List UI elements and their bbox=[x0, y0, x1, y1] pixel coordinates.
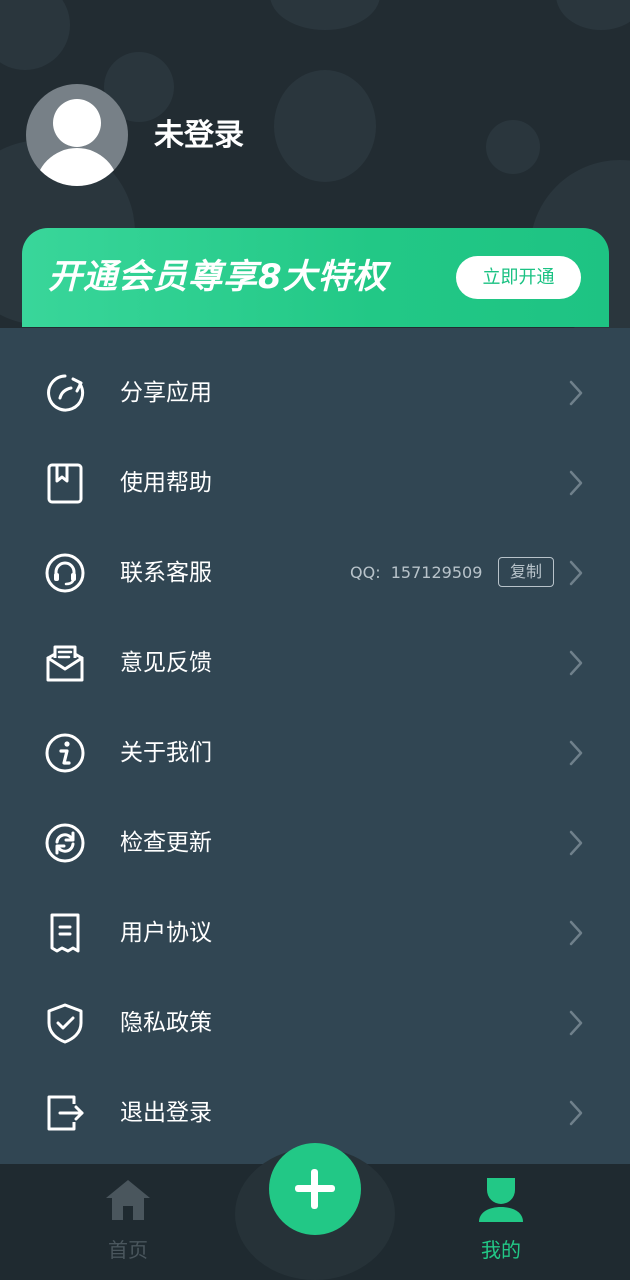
menu-item-label: 隐私政策 bbox=[120, 1010, 212, 1036]
username-login-status[interactable]: 未登录 bbox=[154, 114, 244, 158]
menu-item-label: 关于我们 bbox=[120, 740, 212, 766]
chevron-right-icon bbox=[566, 1099, 586, 1127]
settings-menu: 分享应用 使用帮助 联系客服 QQ: 157129509 复制 意见反馈 关于我… bbox=[0, 328, 630, 1168]
menu-item-help[interactable]: 使用帮助 bbox=[0, 438, 630, 528]
tab-mine[interactable]: 我的 bbox=[441, 1164, 561, 1280]
vip-banner[interactable]: 开通会员尊享8大特权 立即开通 bbox=[22, 228, 609, 327]
avatar[interactable] bbox=[26, 84, 128, 186]
chevron-right-icon bbox=[566, 1009, 586, 1037]
user-icon bbox=[477, 1176, 525, 1224]
qq-label: QQ: bbox=[350, 563, 381, 582]
avatar-body bbox=[35, 148, 119, 186]
decor-bubble bbox=[270, 0, 380, 30]
help-book-icon bbox=[44, 462, 86, 504]
chevron-right-icon bbox=[566, 469, 586, 497]
chevron-right-icon bbox=[566, 559, 586, 587]
menu-item-check-update[interactable]: 检查更新 bbox=[0, 798, 630, 888]
plus-icon-stroke bbox=[311, 1169, 318, 1209]
decor-bubble bbox=[0, 0, 70, 70]
vip-open-button[interactable]: 立即开通 bbox=[456, 256, 581, 299]
tab-home[interactable]: 首页 bbox=[68, 1164, 188, 1280]
chevron-right-icon bbox=[566, 829, 586, 857]
menu-item-contact-support[interactable]: 联系客服 QQ: 157129509 复制 bbox=[0, 528, 630, 618]
menu-item-feedback[interactable]: 意见反馈 bbox=[0, 618, 630, 708]
menu-item-about[interactable]: 关于我们 bbox=[0, 708, 630, 798]
avatar-head bbox=[53, 99, 101, 147]
refresh-icon bbox=[44, 822, 86, 864]
qq-info: QQ: 157129509 bbox=[350, 561, 482, 585]
document-icon bbox=[44, 912, 86, 954]
tab-mine-label: 我的 bbox=[481, 1238, 521, 1262]
menu-item-privacy-policy[interactable]: 隐私政策 bbox=[0, 978, 630, 1068]
menu-item-label: 分享应用 bbox=[120, 380, 212, 406]
decor-bubble bbox=[486, 120, 540, 174]
menu-item-label: 退出登录 bbox=[120, 1100, 212, 1126]
info-icon bbox=[44, 732, 86, 774]
logout-icon bbox=[44, 1092, 86, 1134]
add-button[interactable] bbox=[269, 1143, 361, 1235]
copy-qq-button[interactable]: 复制 bbox=[498, 557, 554, 587]
menu-item-label: 用户协议 bbox=[120, 920, 212, 946]
menu-item-share[interactable]: 分享应用 bbox=[0, 348, 630, 438]
menu-item-label: 使用帮助 bbox=[120, 470, 212, 496]
headset-icon bbox=[44, 552, 86, 594]
tab-home-label: 首页 bbox=[108, 1238, 148, 1262]
menu-item-user-agreement[interactable]: 用户协议 bbox=[0, 888, 630, 978]
chevron-right-icon bbox=[566, 919, 586, 947]
qq-number: 157129509 bbox=[390, 563, 483, 582]
menu-item-label: 检查更新 bbox=[120, 830, 212, 856]
share-icon bbox=[44, 372, 86, 414]
chevron-right-icon bbox=[566, 649, 586, 677]
vip-title: 开通会员尊享8大特权 bbox=[48, 257, 388, 297]
chevron-right-icon bbox=[566, 739, 586, 767]
menu-item-label: 意见反馈 bbox=[120, 650, 212, 676]
decor-bubble bbox=[556, 0, 630, 30]
shield-check-icon bbox=[44, 1002, 86, 1044]
feedback-mail-icon bbox=[44, 642, 86, 684]
chevron-right-icon bbox=[566, 379, 586, 407]
home-icon bbox=[104, 1176, 152, 1224]
menu-item-label: 联系客服 bbox=[120, 560, 212, 586]
decor-bubble bbox=[274, 70, 376, 182]
